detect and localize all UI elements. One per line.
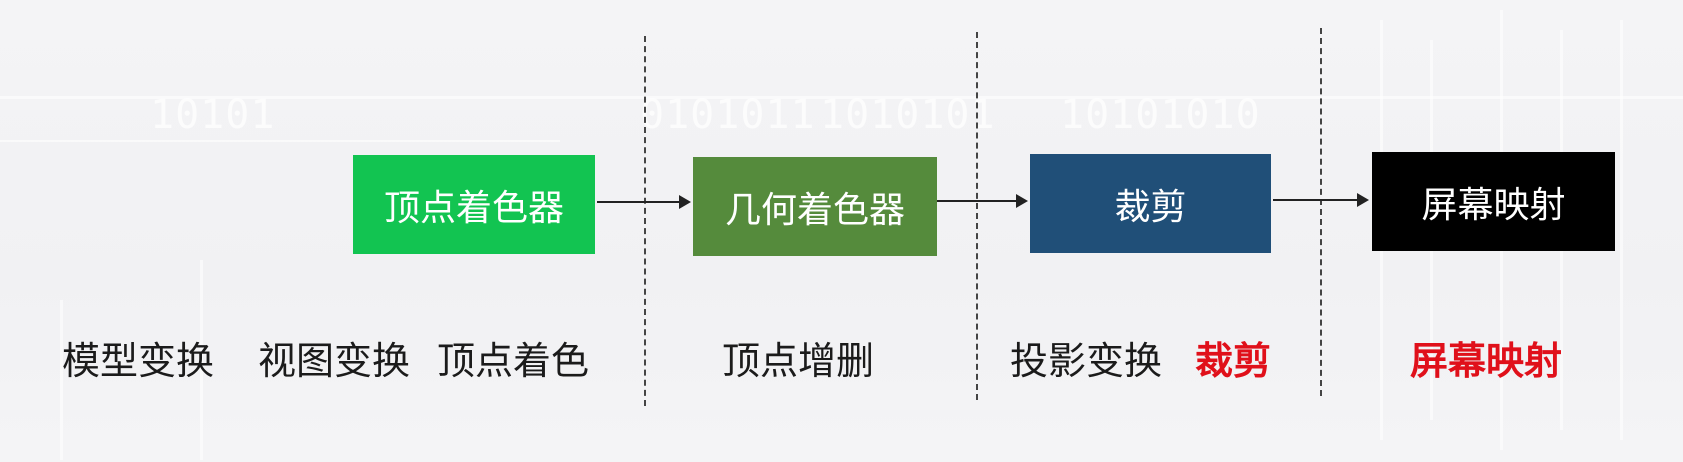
flow-arrow xyxy=(1273,193,1369,207)
stage-divider xyxy=(1320,28,1322,396)
caption-model-transform: 模型变换 xyxy=(62,339,215,383)
stage-geometry-shader: 几何着色器 xyxy=(693,157,937,256)
flow-arrow xyxy=(597,195,691,209)
caption-screen-mapping: 屏幕映射 xyxy=(1410,339,1563,383)
bg-binary-text: 0101011 xyxy=(640,92,816,138)
bg-trace xyxy=(1620,20,1623,440)
flow-arrow xyxy=(937,194,1028,208)
stage-clipping: 裁剪 xyxy=(1030,154,1271,253)
caption-clipping: 裁剪 xyxy=(1195,339,1272,383)
stage-screen-mapping: 屏幕映射 xyxy=(1372,152,1615,251)
bg-binary-text: 1010101 xyxy=(820,92,996,138)
bg-binary-text: 10101010 xyxy=(1060,92,1261,138)
stage-divider xyxy=(644,36,646,406)
pipeline-diagram: 10101 0101011 1010101 10101010 顶点着色器 几何着… xyxy=(0,0,1683,462)
stage-label: 顶点着色器 xyxy=(383,187,564,229)
stage-divider xyxy=(976,32,978,400)
caption-vertex-shading: 顶点着色 xyxy=(437,339,590,383)
stage-label: 屏幕映射 xyxy=(1421,184,1566,226)
caption-vertex-add-remove: 顶点增删 xyxy=(722,339,875,383)
bg-trace xyxy=(0,140,560,142)
stage-label: 几何着色器 xyxy=(724,189,905,231)
caption-view-transform: 视图变换 xyxy=(258,339,411,383)
bg-binary-text: 10101 xyxy=(150,92,276,138)
stage-vertex-shader: 顶点着色器 xyxy=(353,155,595,254)
caption-projection-transform: 投影变换 xyxy=(1010,339,1163,383)
stage-label: 裁剪 xyxy=(1114,186,1187,228)
